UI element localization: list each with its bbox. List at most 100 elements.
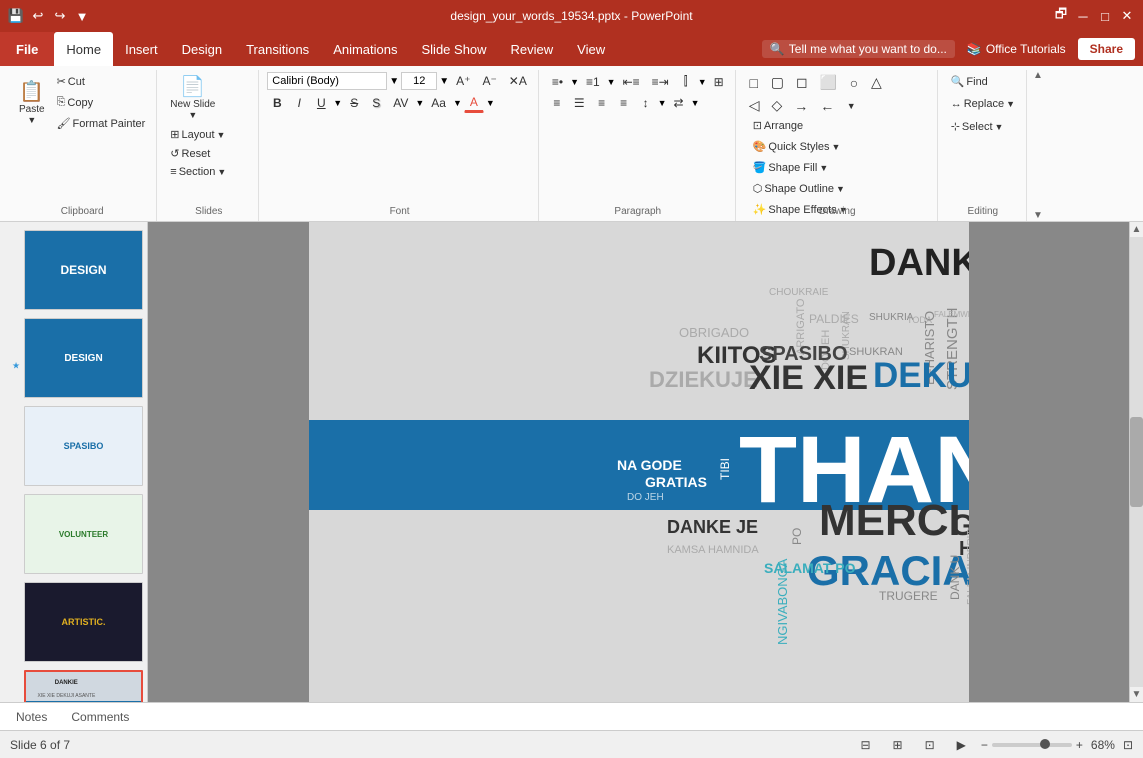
char-spacing-dropdown[interactable]: ▼ [415, 98, 424, 108]
indent-less-button[interactable]: ⇤≡ [618, 73, 645, 91]
slide-item-1[interactable]: 1 DESIGN [4, 230, 143, 310]
menu-home[interactable]: Home [54, 32, 113, 66]
zoom-slider[interactable]: − + [981, 738, 1083, 752]
font-color-dropdown[interactable]: ▼ [486, 98, 495, 108]
shape-rounded-rect[interactable]: ▢ [766, 72, 789, 93]
align-left-button[interactable]: ≡ [547, 94, 567, 112]
slide-thumb-6[interactable]: THANK YOU DANKIE XIE XIE DEKUJI ASANTE G… [24, 670, 143, 702]
restore-icon[interactable]: 🗗 [1053, 8, 1069, 24]
change-case-dropdown[interactable]: ▼ [453, 98, 462, 108]
slide-item-3[interactable]: 3 SPASIBO [4, 406, 143, 486]
slide-item-6[interactable]: 6 ★ THANK YOU DANKIE XIE XIE DEKUJI ASAN… [4, 670, 143, 702]
columns-dropdown[interactable]: ▼ [698, 77, 707, 87]
vertical-scrollbar[interactable]: ▲ ▼ [1129, 222, 1143, 702]
bullets-dropdown[interactable]: ▼ [570, 77, 579, 87]
menu-transitions[interactable]: Transitions [234, 32, 321, 66]
slide-thumb-5[interactable]: ARTISTIC. [24, 582, 143, 662]
slide-sorter-button[interactable]: ⊞ [886, 735, 910, 755]
increase-font-button[interactable]: A⁺ [451, 72, 475, 90]
replace-dropdown[interactable]: ▼ [1006, 99, 1015, 109]
zoom-thumb[interactable] [1040, 739, 1050, 749]
paste-dropdown[interactable]: ▼ [27, 115, 36, 125]
line-spacing-button[interactable]: ↕ [636, 94, 656, 112]
select-dropdown[interactable]: ▼ [995, 122, 1004, 132]
shape-diamond[interactable]: ◇ [766, 95, 787, 116]
shape-rect2[interactable]: ◻ [791, 72, 813, 93]
format-painter-button[interactable]: 🖌 Format Painter [52, 114, 151, 133]
change-case-button[interactable]: Aa [426, 94, 451, 112]
clear-format-button[interactable]: ✕A [504, 72, 532, 90]
menu-view[interactable]: View [565, 32, 617, 66]
menu-design[interactable]: Design [170, 32, 234, 66]
select-button[interactable]: ⊹ Select ▼ [946, 117, 1020, 136]
reading-view-button[interactable]: ⊡ [918, 735, 942, 755]
ribbon-scroll-up[interactable]: ▲ [1033, 70, 1043, 81]
comments-button[interactable]: Comments [71, 710, 129, 724]
copy-button[interactable]: ⎘ Copy [52, 93, 151, 112]
slide-item-4[interactable]: 4 VOLUNTEER [4, 494, 143, 574]
font-name-input[interactable] [267, 72, 387, 90]
undo-icon[interactable]: ↩ [30, 8, 46, 24]
slide-thumb-1[interactable]: DESIGN [24, 230, 143, 310]
shape-fill-dropdown[interactable]: ▼ [819, 163, 828, 173]
columns-button[interactable]: ⫿ [676, 72, 696, 91]
quick-access-dropdown[interactable]: ▼ [74, 8, 90, 24]
office-tutorials-button[interactable]: 📚 Office Tutorials [959, 38, 1074, 60]
slide-thumb-4[interactable]: VOLUNTEER [24, 494, 143, 574]
shadow-button[interactable]: S [366, 94, 386, 112]
shapes-more-dropdown[interactable]: ▼ [841, 99, 861, 113]
reset-button[interactable]: ↺ Reset [165, 144, 215, 163]
menu-review[interactable]: Review [499, 32, 566, 66]
cut-button[interactable]: ✂ Cut [52, 72, 151, 91]
scroll-down-arrow[interactable]: ▼ [1130, 687, 1143, 702]
zoom-in-icon[interactable]: + [1076, 738, 1083, 752]
indent-more-button[interactable]: ≡⇥ [647, 73, 674, 91]
shape-outline-button[interactable]: ⬡ Shape Outline ▼ [748, 179, 850, 198]
canvas-area[interactable]: DANKIE ARRIGATO DO JEH SHUKRAN EFHARISTO… [148, 222, 1129, 702]
section-button[interactable]: ≡ Section ▼ [165, 163, 231, 181]
share-button[interactable]: Share [1078, 38, 1135, 60]
zoom-out-icon[interactable]: − [981, 738, 988, 752]
shape-fill-button[interactable]: 🪣 Shape Fill ▼ [748, 158, 834, 177]
shape-outline-dropdown[interactable]: ▼ [836, 184, 845, 194]
menu-slide-show[interactable]: Slide Show [410, 32, 499, 66]
fit-slide-button[interactable]: ⊡ [1123, 738, 1133, 752]
zoom-track[interactable] [992, 743, 1072, 747]
font-name-dropdown[interactable]: ▼ [389, 76, 399, 87]
slide-thumb-3[interactable]: SPASIBO [24, 406, 143, 486]
slide-show-button[interactable]: ▶ [950, 735, 973, 755]
quick-styles-dropdown[interactable]: ▼ [832, 142, 841, 152]
bullets-button[interactable]: ≡• [547, 73, 568, 91]
shape-larrow[interactable]: ← [815, 96, 839, 116]
slide-thumb-2[interactable]: DESIGN [24, 318, 143, 398]
replace-button[interactable]: ↔ Replace ▼ [946, 95, 1020, 113]
slide-item-5[interactable]: 5 ARTISTIC. [4, 582, 143, 662]
font-size-input[interactable] [401, 72, 437, 90]
paste-button[interactable]: 📋 Paste ▼ [14, 77, 50, 128]
shape-rtriangle[interactable]: ◁ [744, 95, 765, 116]
quick-styles-button[interactable]: 🎨 Quick Styles ▼ [748, 137, 846, 156]
slide-item-2[interactable]: 2 ★ DESIGN [4, 318, 143, 398]
zoom-level[interactable]: 68% [1091, 738, 1115, 752]
char-spacing-button[interactable]: AV [388, 94, 413, 112]
bold-button[interactable]: B [267, 94, 287, 112]
minimize-icon[interactable]: ─ [1075, 8, 1091, 24]
font-size-dropdown[interactable]: ▼ [439, 76, 449, 87]
maximize-icon[interactable]: □ [1097, 8, 1113, 24]
save-icon[interactable]: 💾 [8, 8, 24, 24]
align-center-button[interactable]: ☰ [569, 94, 590, 112]
strikethrough-button[interactable]: S [344, 94, 364, 112]
shape-oval2[interactable]: ○ [844, 73, 864, 93]
shape-arrow[interactable]: → [789, 96, 813, 116]
slide-canvas[interactable]: DANKIE ARRIGATO DO JEH SHUKRAN EFHARISTO… [309, 222, 969, 702]
underline-button[interactable]: U [311, 94, 331, 112]
tell-me-search[interactable]: 🔍 Tell me what you want to do... [762, 40, 955, 58]
notes-button[interactable]: Notes [16, 710, 47, 724]
line-spacing-dropdown[interactable]: ▼ [658, 98, 667, 108]
layout-button[interactable]: ⊞ Layout ▼ [165, 125, 230, 144]
ribbon-scroll-down[interactable]: ▼ [1033, 210, 1043, 221]
decrease-font-button[interactable]: A⁻ [477, 72, 501, 90]
menu-insert[interactable]: Insert [113, 32, 170, 66]
underline-dropdown[interactable]: ▼ [333, 98, 342, 108]
text-direction-button[interactable]: ⇄ [669, 94, 689, 112]
